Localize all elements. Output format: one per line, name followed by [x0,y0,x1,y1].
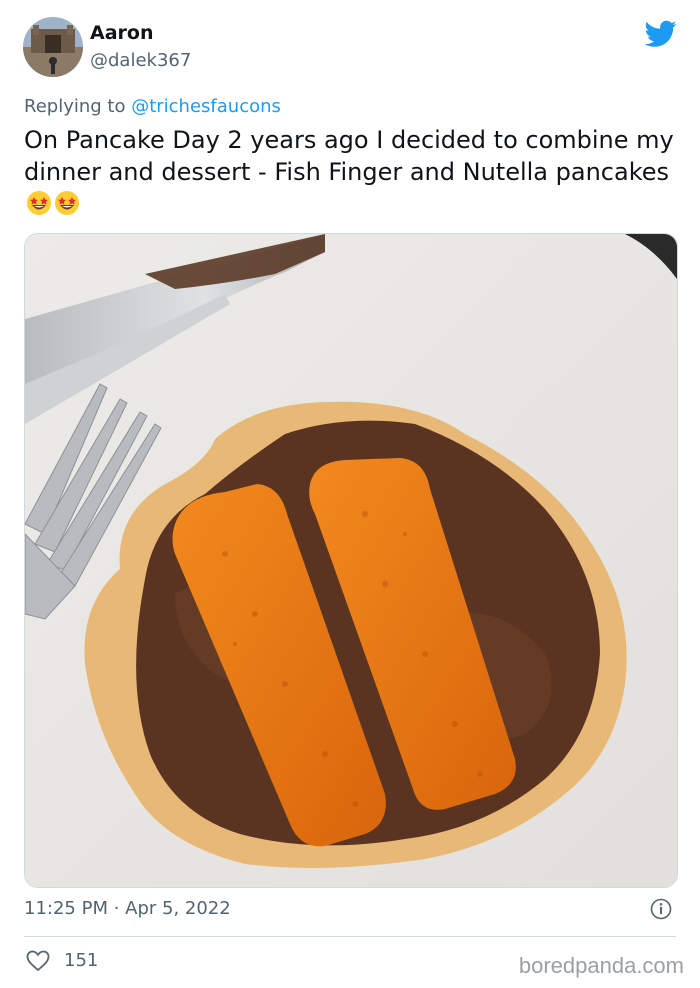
like-count: 151 [64,950,99,971]
tweet-body: On Pancake Day 2 years ago I decided to … [24,126,674,186]
reply-target-link[interactable]: @trichesfaucons [131,96,281,117]
watermark: boredpanda.com [518,953,684,978]
star-struck-emoji-icon [54,190,80,216]
info-icon[interactable] [650,898,672,920]
heart-icon[interactable] [26,950,50,972]
divider [24,936,676,937]
reply-prefix: Replying to [24,96,132,117]
star-struck-emoji-icon [26,190,52,216]
tweet-photo[interactable] [24,233,678,888]
author-name[interactable]: Aaron [90,22,153,44]
reply-context: Replying to @trichesfaucons [24,96,281,117]
avatar[interactable] [23,17,83,77]
twitter-bird-icon[interactable] [644,20,677,48]
tweet-text: On Pancake Day 2 years ago I decided to … [24,124,674,220]
author-handle[interactable]: @dalek367 [90,50,191,71]
tweet-timestamp[interactable]: 11:25 PM · Apr 5, 2022 [24,898,231,919]
